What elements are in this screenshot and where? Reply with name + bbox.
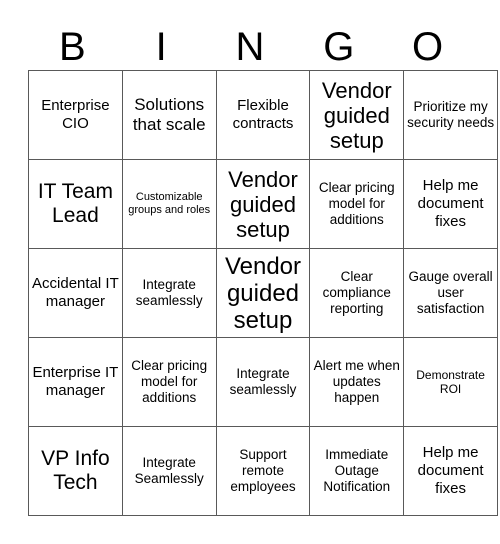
bingo-grid: Enterprise CIO Solutions that scale Flex… (28, 70, 498, 516)
bingo-cell-text: Solutions that scale (132, 95, 206, 134)
bingo-cell-text: Customizable groups and roles (128, 191, 211, 216)
bingo-cell-center[interactable]: Vendor guided setup (215, 248, 311, 338)
bingo-row: VP Info Tech Integrate Seamlessly Suppor… (28, 426, 498, 516)
bingo-cell-text: Integrate Seamlessly (134, 455, 204, 486)
bingo-row: IT Team Lead Customizable groups and rol… (28, 159, 498, 249)
bingo-cell[interactable]: IT Team Lead (28, 159, 123, 249)
bingo-cell-text: Vendor guided setup (228, 166, 298, 242)
bingo-cell[interactable]: Gauge overall user satisfaction (403, 248, 498, 338)
bingo-cell[interactable]: Customizable groups and roles (121, 159, 217, 249)
bingo-cell[interactable]: Clear compliance reporting (309, 248, 405, 338)
bingo-cell-text: Clear compliance reporting (322, 269, 391, 316)
bingo-cell-text: Clear pricing model for additions (131, 358, 208, 405)
bingo-cell-text: Help me document fixes (417, 444, 484, 497)
bingo-cell[interactable]: Integrate Seamlessly (121, 426, 217, 516)
bingo-cell[interactable]: Enterprise IT manager (28, 337, 123, 427)
bingo-cell[interactable]: Prioritize my security needs (403, 70, 498, 160)
bingo-row: Enterprise IT manager Clear pricing mode… (28, 337, 498, 427)
bingo-cell[interactable]: Accidental IT manager (28, 248, 123, 338)
bingo-cell[interactable]: Help me document fixes (403, 426, 498, 516)
bingo-header-letter-o: O (412, 25, 444, 69)
bingo-cell-text: Prioritize my security needs (407, 99, 495, 130)
bingo-cell[interactable]: Vendor guided setup (215, 159, 311, 249)
bingo-cell-text: Clear pricing model for additions (318, 180, 395, 227)
bingo-cell[interactable]: Enterprise CIO (28, 70, 123, 160)
bingo-cell[interactable]: Clear pricing model for additions (121, 337, 217, 427)
bingo-header-letter-b: B (59, 25, 86, 69)
bingo-cell[interactable]: Integrate seamlessly (121, 248, 217, 338)
bingo-header-letter-g: G (323, 25, 355, 69)
bingo-cell-text: Help me document fixes (417, 177, 484, 230)
bingo-cell[interactable]: Support remote employees (215, 426, 311, 516)
bingo-cell-text: Alert me when updates happen (313, 358, 400, 405)
bingo-cell-text: Flexible contracts (232, 97, 294, 132)
bingo-cell-text: IT Team Lead (37, 180, 113, 227)
bingo-cell-text: Vendor guided setup (224, 252, 302, 334)
bingo-cell[interactable]: Immediate Outage Notification (309, 426, 405, 516)
bingo-row: Accidental IT manager Integrate seamless… (28, 248, 498, 338)
bingo-cell-text: VP Info Tech (41, 447, 110, 494)
bingo-header: B I N G O (28, 22, 472, 68)
bingo-header-letter-n: N (235, 25, 265, 69)
bingo-cell[interactable]: Integrate seamlessly (215, 337, 311, 427)
bingo-cell-text: Support remote employees (230, 447, 296, 494)
bingo-cell[interactable]: Solutions that scale (121, 70, 217, 160)
bingo-cell-text: Gauge overall user satisfaction (408, 269, 493, 316)
bingo-cell[interactable]: Help me document fixes (403, 159, 498, 249)
bingo-cell-text: Integrate seamlessly (135, 277, 203, 308)
bingo-cell-text: Immediate Outage Notification (323, 447, 391, 494)
bingo-cell-text: Accidental IT manager (32, 275, 119, 310)
bingo-cell-text: Vendor guided setup (321, 77, 392, 153)
bingo-cell-text: Integrate seamlessly (229, 366, 297, 397)
bingo-card: B I N G O Enterprise CIO Solutions that … (0, 0, 500, 544)
bingo-cell-text: Enterprise IT manager (32, 364, 119, 399)
bingo-row: Enterprise CIO Solutions that scale Flex… (28, 70, 498, 160)
bingo-cell[interactable]: Vendor guided setup (309, 70, 405, 160)
bingo-cell[interactable]: Demonstrate ROI (403, 337, 498, 427)
bingo-cell[interactable]: Alert me when updates happen (309, 337, 405, 427)
bingo-cell-text: Demonstrate ROI (416, 367, 485, 397)
bingo-cell[interactable]: Clear pricing model for additions (309, 159, 405, 249)
bingo-cell[interactable]: VP Info Tech (28, 426, 123, 516)
bingo-cell[interactable]: Flexible contracts (215, 70, 311, 160)
bingo-header-letter-i: I (155, 25, 167, 69)
bingo-cell-text: Enterprise CIO (41, 97, 110, 132)
